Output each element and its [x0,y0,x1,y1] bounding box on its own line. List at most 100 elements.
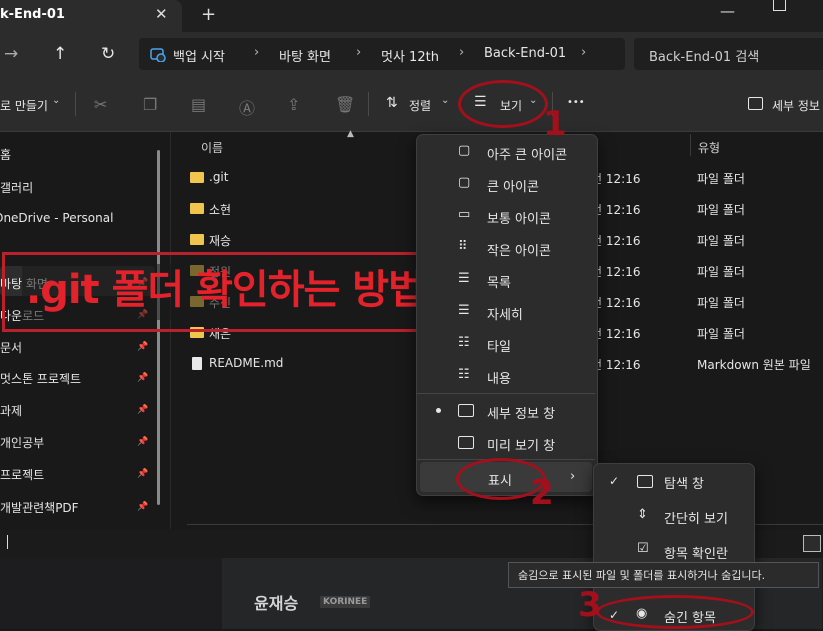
breadcrumb-item[interactable]: 바탕 화면 [279,46,331,65]
breadcrumb-separator[interactable]: › [356,45,361,60]
list-icon: ☰ [458,271,470,286]
details-pane-button[interactable]: 세부 정보 [772,97,820,114]
column-divider[interactable] [690,134,691,156]
markdown-file-icon [192,357,202,370]
submenu-item-navigation-pane[interactable]: 탐색 창 [664,473,704,492]
author-tag: KORINEE [320,596,371,608]
breadcrumb-item[interactable]: 백업 시작 [173,46,225,65]
pin-icon: 📌 [137,437,149,447]
minimize-icon[interactable]: — [720,2,735,20]
menu-item-large-icons[interactable]: 큰 아이콘 [487,176,539,195]
sidebar-item-projects[interactable]: 프로젝트 [0,466,44,483]
sort-icon[interactable]: ⇅ [386,95,398,111]
details-view-icon[interactable] [803,535,821,552]
sort-ascending-icon: ▲ [347,129,354,139]
sidebar-item-gallery[interactable]: 갤러리 [0,179,33,196]
medium-icons-icon: ▭ [458,207,471,222]
annotation-circle [458,80,548,128]
sidebar-item-onedrive[interactable]: OneDrive - Personal [0,211,113,225]
item-checkbox-icon: ☑ [637,541,649,556]
new-tab-icon[interactable]: + [201,4,216,25]
copy-icon[interactable]: ❐ [143,95,157,114]
column-header-type[interactable]: 유형 [698,139,720,156]
file-type: 파일 폴더 [697,327,745,341]
more-options-button[interactable]: ••• [567,97,585,108]
tab-title: k-End-01 [0,7,65,22]
column-header-name[interactable]: 이름 [201,139,223,156]
content-icon: ☷ [458,367,470,382]
chevron-down-icon[interactable]: ⌄ [441,95,449,106]
selected-dot-icon [436,408,441,413]
file-name[interactable]: README.md [209,356,283,370]
file-type: 파일 폴더 [697,172,745,186]
menu-item-extra-large-icons[interactable]: 아주 큰 아이콘 [487,144,567,163]
tooltip-text: 숨김으로 표시된 파일 및 폴더를 표시하거나 숨깁니다. [518,569,766,582]
submenu-item-compact-view[interactable]: 간단히 보기 [664,508,728,527]
close-tab-icon[interactable]: ✕ [155,5,168,23]
chevron-right-icon: › [570,469,576,484]
new-button[interactable]: 로 만들기 [0,97,48,114]
menu-item-details-pane[interactable]: 세부 정보 창 [487,403,555,422]
sidebar-item-project-folder[interactable]: 멋스톤 프로젝트 [0,370,81,387]
up-icon[interactable]: ↑ [53,44,67,64]
share-icon[interactable]: ⇪ [287,95,300,114]
sidebar-item-documents[interactable]: 문서 [0,339,22,356]
annotation-circle [596,595,754,629]
menu-item-small-icons[interactable]: 작은 아이콘 [487,240,551,259]
breadcrumb-separator[interactable]: › [581,45,586,60]
file-type: Markdown 원본 파일 [697,358,811,372]
cloud-backup-icon [150,48,166,62]
file-name[interactable]: 재승 [209,232,231,249]
toolbar-divider [75,92,76,116]
sort-button[interactable]: 정렬 [409,97,431,114]
menu-item-tiles[interactable]: 타일 [487,336,511,355]
menu-item-content[interactable]: 내용 [487,368,511,387]
file-name[interactable]: .git [209,170,228,184]
checkmark-icon: ✓ [609,474,620,488]
details-pane-icon[interactable] [748,97,763,110]
preview-pane-icon [458,436,474,449]
tiles-icon: ☷ [458,335,470,350]
menu-item-preview-pane[interactable]: 미리 보기 창 [487,435,555,454]
rename-icon[interactable]: Ⓐ [239,95,255,119]
breadcrumb-item[interactable]: Back-End-01 [484,46,566,61]
menu-item-medium-icons[interactable]: 보통 아이콘 [487,208,551,227]
file-type: 파일 폴더 [697,203,745,217]
paste-icon[interactable]: ▤ [191,95,206,114]
sidebar-item-assignments[interactable]: 과제 [0,402,22,419]
menu-divider [417,393,595,394]
file-type: 파일 폴더 [697,265,745,279]
breadcrumb-item[interactable]: 멋사 12th [381,46,439,65]
pin-icon: 📌 [137,469,149,479]
sidebar-item-home[interactable]: 홈 [0,146,11,163]
pin-icon: 📌 [137,373,149,383]
folder-icon [190,234,204,245]
compact-view-icon: ⇕ [637,507,648,522]
chevron-down-icon[interactable]: ⌄ [52,95,60,106]
menu-item-list[interactable]: 목록 [487,272,511,291]
breadcrumb-separator[interactable]: › [254,45,259,60]
refresh-icon[interactable]: ↻ [101,44,115,64]
submenu-item-item-checkboxes[interactable]: 항목 확인란 [664,543,728,562]
maximize-icon[interactable] [773,0,786,11]
pin-icon: 📌 [137,342,149,352]
author-name: 윤재승 [254,594,299,613]
menu-item-details[interactable]: 자세히 [487,304,523,323]
file-type: 파일 폴더 [697,296,745,310]
navigation-pane-icon [637,475,653,488]
search-placeholder: Back-End-01 검색 [649,50,760,65]
breadcrumb-separator[interactable]: › [459,45,464,60]
small-icons-icon: ⠿ [458,239,468,254]
sidebar-item-study[interactable]: 개인공부 [0,434,44,451]
details-pane-icon [458,404,474,417]
file-name[interactable]: 소현 [209,201,231,218]
pin-icon: 📌 [137,502,149,512]
large-icons-icon: ▢ [458,175,471,190]
delete-icon[interactable]: 🗑 [335,95,355,114]
details-icon: ☰ [458,303,470,318]
forward-icon[interactable]: → [4,44,18,64]
cut-icon[interactable]: ✂ [94,95,107,114]
annotation-banner-text: .git 폴더 확인하는 방법 [26,267,425,313]
sidebar-item-dev-books[interactable]: 개발관련책PDF [0,499,79,516]
annotation-number: 3 [578,585,602,625]
